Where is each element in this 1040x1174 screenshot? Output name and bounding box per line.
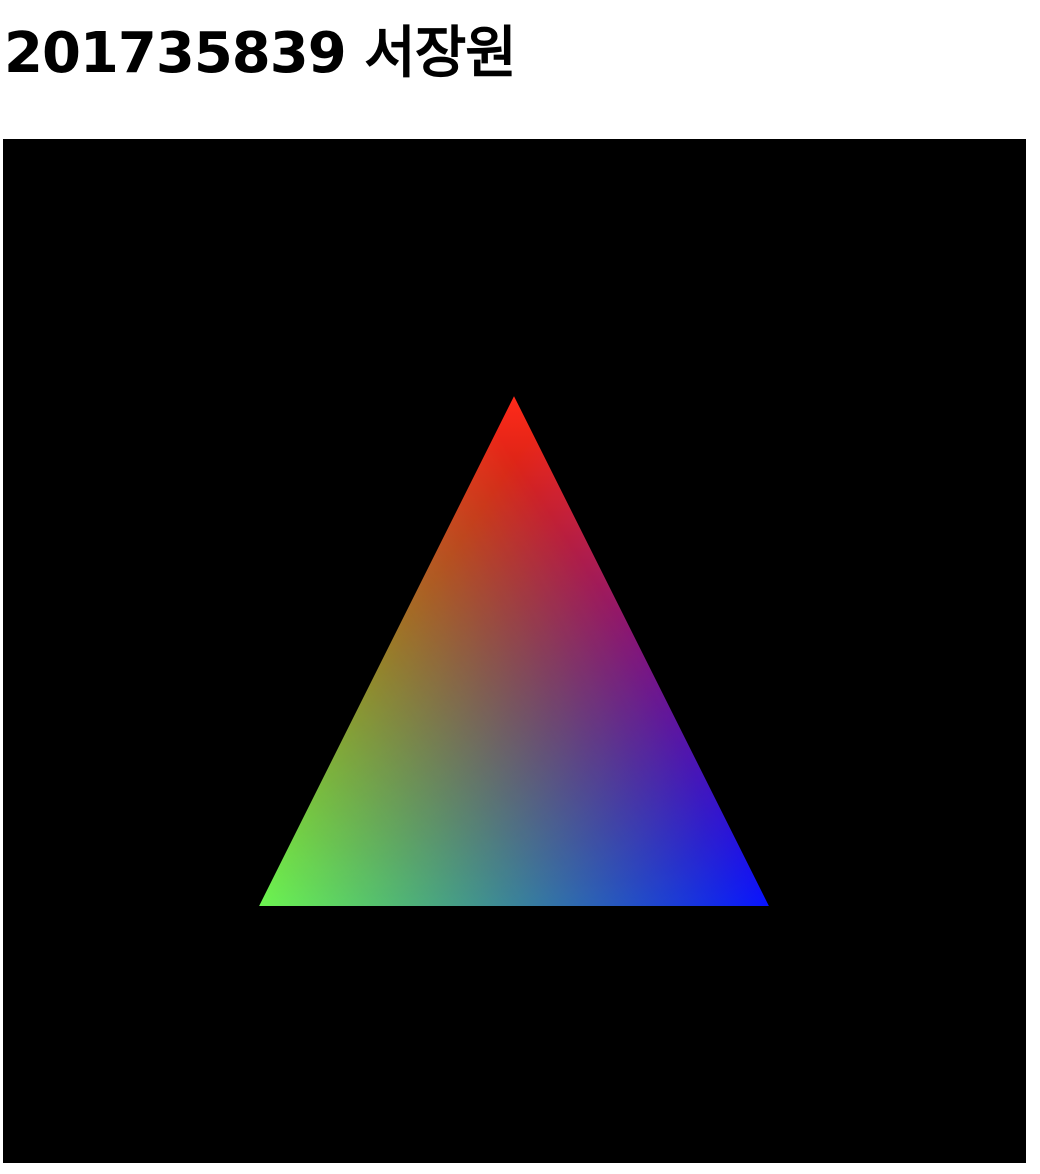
webgl-canvas xyxy=(3,139,1026,1163)
page-title: 201735839 서장원 xyxy=(4,21,517,86)
canvas-svg xyxy=(3,139,1026,1163)
